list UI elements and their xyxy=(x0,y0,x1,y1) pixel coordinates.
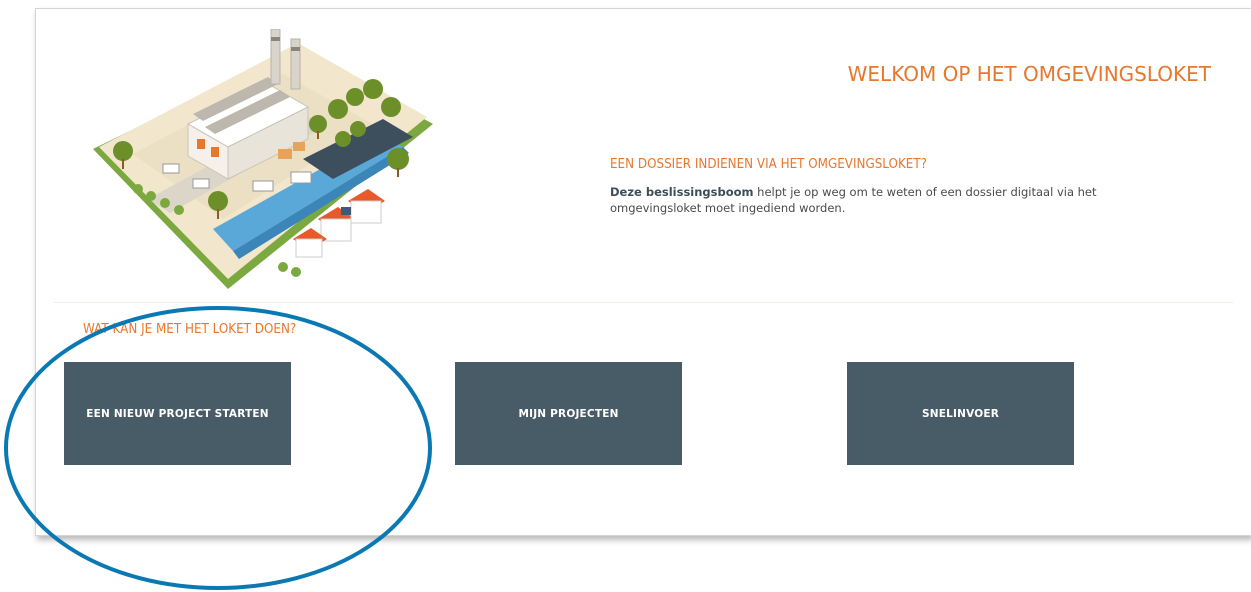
main-panel: WELKOM OP HET OMGEVINGSLOKET EEN DOSSIER… xyxy=(35,8,1251,536)
info-text: Deze beslissingsboom helpt je op weg om … xyxy=(610,184,1130,216)
page-title: WELKOM OP HET OMGEVINGSLOKET xyxy=(847,62,1211,86)
start-new-project-label: EEN NIEUW PROJECT STARTEN xyxy=(86,407,269,420)
info-title: EEN DOSSIER INDIENEN VIA HET OMGEVINGSLO… xyxy=(610,157,928,172)
industrial-site-illustration xyxy=(93,29,433,289)
quick-entry-label: SNELINVOER xyxy=(921,407,1000,420)
my-projects-button[interactable]: MIJN PROJECTEN xyxy=(455,362,682,465)
section-divider xyxy=(54,302,1233,303)
start-new-project-button[interactable]: EEN NIEUW PROJECT STARTEN xyxy=(64,362,291,465)
info-block: EEN DOSSIER INDIENEN VIA HET OMGEVINGSLO… xyxy=(610,157,1130,216)
decision-tree-link[interactable]: Deze beslissingsboom xyxy=(610,185,754,199)
actions-section-title: WAT KAN JE MET HET LOKET DOEN? xyxy=(83,322,297,337)
my-projects-label: MIJN PROJECTEN xyxy=(518,407,619,420)
quick-entry-button[interactable]: SNELINVOER xyxy=(847,362,1074,465)
